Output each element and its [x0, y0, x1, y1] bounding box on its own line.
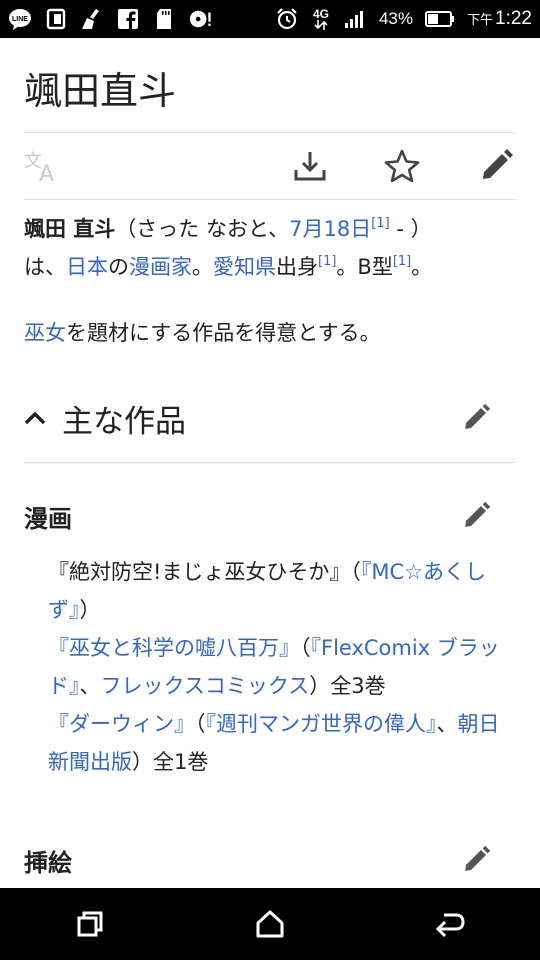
article-content: 颯田直斗 文A 颯田 直斗（さった なおと、7月18日[1] - ）は、日本の漫… — [0, 38, 540, 888]
subsection-header-illustrations: 挿絵 — [24, 838, 516, 882]
birthday-link[interactable]: 7月18日 — [289, 217, 371, 241]
ref-link-2[interactable]: [1] — [318, 254, 336, 269]
end-text: ）全3巻 — [309, 674, 386, 698]
manga-works-list: 『絶対防空!まじょ巫女ひそか』（『MC☆あくしず』） 『巫女と科学の嘘八百万』（… — [48, 553, 508, 781]
status-bar: LINE 4G 43% 下午 1:22 — [0, 0, 540, 38]
recents-icon[interactable] — [60, 894, 120, 954]
navigation-bar — [0, 888, 540, 960]
publisher-link[interactable]: フレックスコミックス — [101, 674, 310, 698]
aichi-link[interactable]: 愛知県 — [213, 255, 276, 279]
download-icon[interactable] — [290, 146, 330, 186]
work-title: 絶対防空!まじょ巫女ひそか — [69, 560, 330, 584]
sim-icon — [44, 7, 68, 31]
article-toolbar: 文A — [24, 144, 516, 190]
network-type: 4G — [312, 7, 329, 21]
title-divider — [24, 132, 516, 133]
line-icon: LINE — [8, 7, 32, 31]
svg-text:A: A — [39, 162, 54, 183]
status-bar-system: 4G 43% 下午 1:22 — [275, 7, 532, 31]
end-text: ）全1巻 — [132, 750, 209, 774]
ref-link-3[interactable]: [1] — [393, 254, 411, 269]
dash-text: - ） — [389, 217, 432, 241]
edit-icon[interactable] — [458, 842, 494, 878]
page-title: 颯田直斗 — [24, 69, 177, 113]
mid-text: （ — [300, 636, 311, 660]
end-text: ） — [79, 598, 101, 622]
signal-icon — [343, 7, 367, 31]
separator-text: 、 — [79, 674, 101, 698]
home-icon[interactable] — [240, 894, 300, 954]
miko-link[interactable]: 巫女 — [24, 321, 66, 345]
separator-text: 、 — [436, 712, 458, 736]
broom-icon — [80, 7, 104, 31]
work-title-link[interactable]: 『巫女と科学の嘘八百万』 — [48, 636, 300, 660]
period-text-1: 。 — [192, 255, 213, 279]
alarm-icon — [275, 7, 299, 31]
mid-text: （ — [195, 712, 206, 736]
line-icon-label: LINE — [12, 16, 28, 23]
ref-link-1[interactable]: [1] — [371, 216, 389, 231]
reading-text: （さった なおと、 — [115, 217, 290, 241]
back-icon[interactable] — [420, 894, 480, 954]
disc-alert-icon — [188, 7, 212, 31]
subject-name: 颯田 直斗 — [24, 217, 116, 241]
work-title-link[interactable]: 『ダーウィン』 — [48, 712, 195, 736]
clock: 下午 1:22 — [467, 8, 532, 30]
subsection-header-manga: 漫画 — [24, 494, 516, 538]
battery-icon — [425, 7, 455, 31]
section-title-main-works: 主な作品 — [62, 403, 186, 440]
section-divider — [24, 462, 516, 463]
edit-icon[interactable] — [458, 400, 494, 436]
star-icon[interactable] — [382, 146, 422, 186]
edit-icon[interactable] — [476, 146, 516, 186]
list-item: 『ダーウィン』（『週刊マンガ世界の偉人』、朝日新聞出版）全1巻 — [48, 705, 508, 781]
period-text-2: 。 — [411, 255, 433, 279]
battery-percent: 43% — [378, 9, 413, 28]
sd-card-icon — [152, 7, 176, 31]
subsection-title-illustrations: 挿絵 — [24, 848, 72, 877]
clock-prefix: 下午 — [467, 12, 494, 27]
close-bracket: 』（ — [329, 560, 361, 584]
facebook-icon — [116, 7, 140, 31]
translate-icon[interactable]: 文A — [24, 146, 64, 186]
edit-icon[interactable] — [458, 498, 494, 534]
shusshin-text: 出身 — [276, 255, 318, 279]
japan-link[interactable]: 日本 — [66, 255, 108, 279]
specialty-text: を題材にする作品を得意とする。 — [66, 321, 381, 345]
subsection-title-manga: 漫画 — [24, 504, 72, 533]
list-item: 『巫女と科学の嘘八百万』（『FlexComix ブラッド』、フレックスコミックス… — [48, 629, 508, 705]
magazine-link[interactable]: 『週刊マンガ世界の偉人』 — [206, 712, 437, 736]
blood-type-text: 。B型 — [336, 255, 393, 279]
list-item: 『絶対防空!まじょ巫女ひそか』（『MC☆あくしず』） — [48, 553, 508, 629]
specialty-paragraph: 巫女を題材にする作品を得意とする。 — [24, 314, 516, 352]
clock-time: 1:22 — [495, 8, 532, 29]
toolbar-divider — [24, 199, 516, 200]
open-bracket: 『 — [48, 560, 69, 584]
intro-paragraph: 颯田 直斗（さった なおと、7月18日[1] - ）は、日本の漫画家。愛知県出身… — [24, 210, 516, 286]
wa-text: は、 — [24, 255, 66, 279]
status-bar-notifications: LINE — [8, 7, 212, 31]
section-header-main-works[interactable]: 主な作品 — [24, 394, 516, 442]
chevron-up-icon[interactable] — [24, 411, 48, 425]
no-text: の — [108, 255, 129, 279]
mangaka-link[interactable]: 漫画家 — [129, 255, 192, 279]
network-4g-icon: 4G — [311, 7, 331, 31]
